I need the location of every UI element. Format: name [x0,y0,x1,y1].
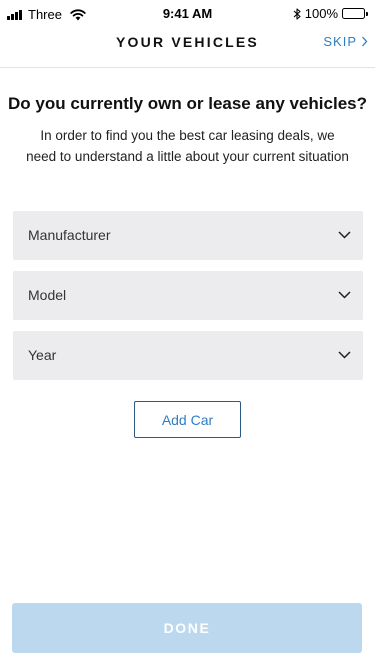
nav-bar: YOUR VEHICLES SKIP [0,28,375,68]
chevron-down-icon [338,231,351,239]
battery-percent: 100% [304,6,338,21]
manufacturer-select[interactable]: Manufacturer [13,211,363,260]
manufacturer-select-label: Manufacturer [28,227,111,243]
skip-label: SKIP [323,34,357,49]
year-select-label: Year [28,347,57,363]
page-title: YOUR VEHICLES [116,34,259,50]
year-select[interactable]: Year [13,331,363,380]
chevron-right-icon [362,36,368,47]
chevron-down-icon [338,291,351,299]
bluetooth-icon [293,7,301,20]
done-button[interactable]: DONE [12,603,362,653]
chevron-down-icon [338,351,351,359]
description-text: In order to find you the best car leasin… [26,128,349,164]
model-select[interactable]: Model [13,271,363,320]
question-heading: Do you currently own or lease any vehicl… [7,94,367,113]
add-car-button[interactable]: Add Car [134,401,241,438]
model-select-label: Model [28,287,67,303]
status-bar: Three 9:41 AM 100% [0,0,375,28]
skip-button[interactable]: SKIP [323,34,368,49]
battery-icon [342,8,368,19]
status-right: 100% [293,6,368,21]
